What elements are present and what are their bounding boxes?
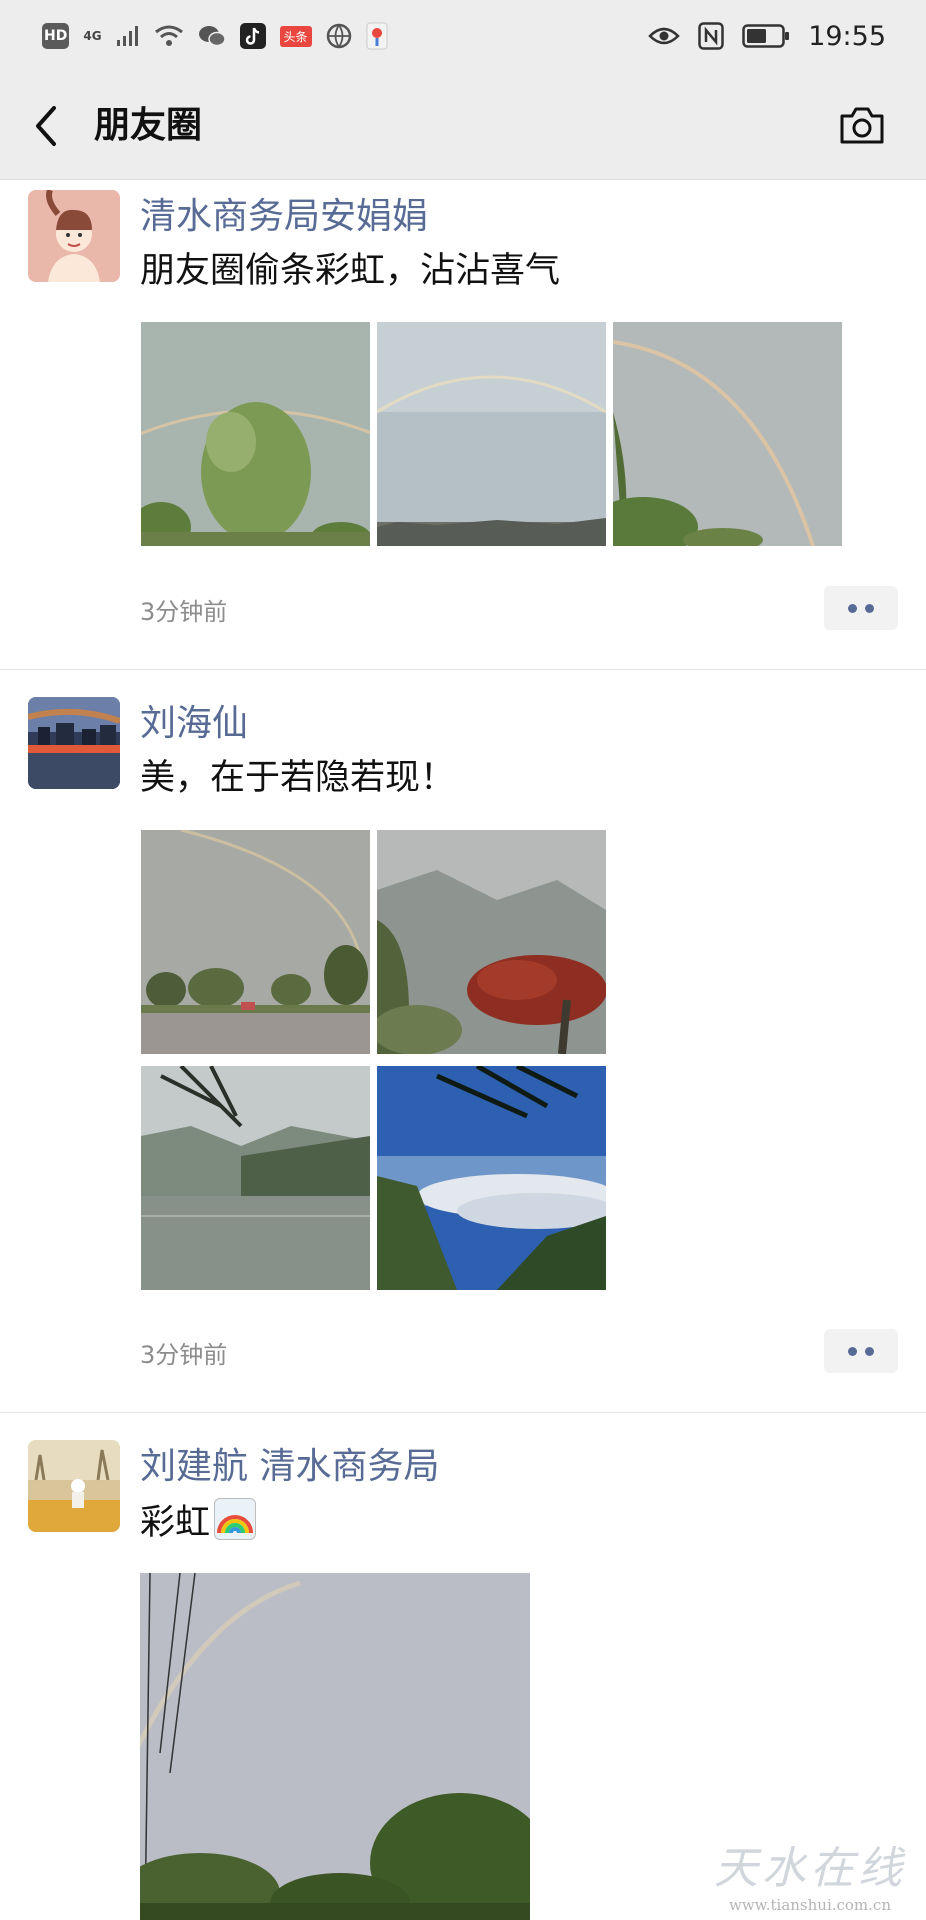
toutiao-icon: 头条: [279, 25, 312, 47]
network-type: 4G: [83, 29, 102, 43]
post-time: 3分钟前: [140, 598, 228, 626]
battery-icon: [742, 24, 790, 48]
post-image[interactable]: [377, 322, 606, 546]
watermark-text: 天水在线: [714, 1843, 906, 1894]
post-text-label: 彩虹: [140, 1503, 211, 1543]
author-name[interactable]: 刘建航 清水商务局: [140, 1445, 439, 1489]
signal-icon: [116, 26, 138, 46]
avatar[interactable]: [28, 1440, 120, 1532]
dot: [865, 603, 874, 613]
post-time: 3分钟前: [140, 1341, 228, 1369]
post-image[interactable]: [377, 1066, 606, 1290]
watermark: 天水在线 www.tianshui.com.cn: [714, 1832, 906, 1914]
clock: 19:55: [808, 20, 886, 52]
dot: [848, 1346, 857, 1356]
avatar[interactable]: [28, 697, 120, 789]
back-button[interactable]: [28, 102, 68, 150]
post-image[interactable]: [140, 1573, 530, 1920]
watermark-url: www.tianshui.com.cn: [728, 1896, 891, 1914]
post-text: 彩虹: [140, 1498, 257, 1546]
author-name[interactable]: 清水商务局安娟娟: [140, 195, 428, 239]
dot: [848, 603, 857, 613]
hd-icon: HD: [42, 23, 70, 49]
post-image[interactable]: [613, 322, 842, 546]
post-image[interactable]: [141, 1066, 370, 1290]
divider: [0, 1412, 926, 1413]
divider: [0, 669, 926, 670]
dot: [865, 1346, 874, 1356]
post-image[interactable]: [141, 322, 370, 546]
nfc-icon: [698, 22, 724, 50]
nav-bar: 朋友圈: [0, 72, 926, 180]
page-title: 朋友圈: [94, 105, 203, 146]
eye-icon: [648, 27, 680, 45]
post-text: 美，在于若隐若现！: [140, 758, 456, 798]
post-image[interactable]: [141, 830, 370, 1054]
camera-button[interactable]: [838, 104, 886, 148]
author-name[interactable]: 刘海仙: [140, 702, 248, 746]
post-text: 朋友圈偷条彩虹，沾沾喜气: [140, 251, 561, 291]
tiktok-icon: [239, 23, 266, 49]
browser-icon: [326, 23, 351, 49]
wifi-icon: [154, 25, 183, 46]
wechat-icon: [198, 26, 226, 47]
map-pin-icon: [366, 22, 388, 50]
more-button[interactable]: [824, 586, 898, 630]
rainbow-emoji-icon: [214, 1498, 257, 1540]
avatar[interactable]: [28, 190, 120, 282]
post-image[interactable]: [377, 830, 606, 1054]
more-button[interactable]: [824, 1329, 898, 1373]
status-bar: HD 4G 头条 19:55: [0, 0, 926, 72]
